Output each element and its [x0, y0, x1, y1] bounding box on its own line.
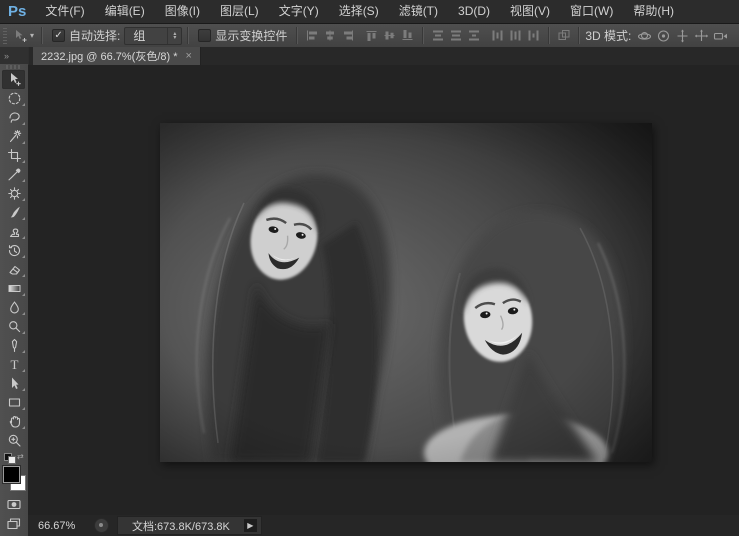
crop-tool[interactable]: [0, 146, 28, 165]
status-icon[interactable]: [94, 518, 109, 533]
path-selection-tool[interactable]: [0, 374, 28, 393]
move-tool-icon: [13, 29, 28, 43]
type-tool[interactable]: T: [0, 355, 28, 374]
clone-stamp-tool[interactable]: [0, 222, 28, 241]
auto-select-dropdown[interactable]: 组 ▴▾: [124, 27, 182, 45]
menu-3d[interactable]: 3D(D): [448, 0, 500, 23]
quick-mask-button[interactable]: [0, 495, 28, 514]
align-top-edges-button[interactable]: [363, 26, 381, 46]
show-transform-checkbox[interactable]: [198, 29, 211, 42]
3d-dolly-camera-button[interactable]: [711, 26, 731, 46]
panel-grip[interactable]: [6, 65, 22, 69]
pen-tool[interactable]: [0, 336, 28, 355]
align-horizontal-centers-button[interactable]: [321, 26, 339, 46]
lasso-tool[interactable]: [0, 108, 28, 127]
elliptical-marquee-tool[interactable]: [0, 89, 28, 108]
zoom-level-field[interactable]: 66.67%: [34, 518, 94, 534]
menu-view[interactable]: 视图(V): [500, 0, 560, 23]
3d-slide-button[interactable]: [692, 26, 711, 46]
zoom-tool[interactable]: [0, 431, 28, 450]
move-tool[interactable]: [0, 70, 28, 89]
auto-select-value: 组: [125, 27, 167, 44]
document-tab[interactable]: 2232.jpg @ 66.7%(灰色/8) * ×: [33, 47, 201, 65]
status-popup-button[interactable]: ▶: [244, 519, 257, 532]
dodge-tool[interactable]: [0, 317, 28, 336]
document-tab-title: 2232.jpg @ 66.7%(灰色/8) *: [41, 48, 178, 64]
separator: [187, 27, 189, 44]
mode3d-label: 3D 模式:: [585, 27, 631, 44]
align-bottom-edges-button[interactable]: [399, 26, 417, 46]
tools-panel: » T ⇄: [0, 47, 29, 536]
separator: [422, 27, 424, 44]
eyedropper-tool[interactable]: [0, 165, 28, 184]
color-swatches: [0, 463, 28, 495]
photoshop-logo: Ps: [0, 3, 35, 20]
canvas-area[interactable]: [28, 65, 739, 515]
menu-edit[interactable]: 编辑(E): [95, 0, 155, 23]
menu-filter[interactable]: 滤镜(T): [389, 0, 448, 23]
auto-align-layers-button[interactable]: [555, 26, 573, 46]
spinner-icon[interactable]: ▴▾: [167, 28, 181, 44]
align-left-edges-button[interactable]: [303, 26, 321, 46]
3d-orbit-button[interactable]: [635, 26, 654, 46]
tab-bar: 2232.jpg @ 66.7%(灰色/8) * ×: [28, 47, 739, 65]
eraser-tool[interactable]: [0, 260, 28, 279]
menu-select[interactable]: 选择(S): [329, 0, 389, 23]
distribute-vertical-centers-button[interactable]: [447, 26, 465, 46]
distribute-left-edges-button[interactable]: [489, 26, 507, 46]
screen-mode-button[interactable]: [0, 514, 28, 533]
distribute-bottom-edges-button[interactable]: [465, 26, 483, 46]
double-arrow-icon: »: [4, 51, 9, 61]
foreground-color-swatch[interactable]: [3, 466, 20, 483]
brush-tool[interactable]: [0, 203, 28, 222]
menu-type[interactable]: 文字(Y): [269, 0, 329, 23]
default-swap-colors[interactable]: ⇄: [0, 450, 28, 463]
hand-tool[interactable]: [0, 412, 28, 431]
auto-select-checkbox[interactable]: ✓: [52, 29, 65, 42]
chevron-down-icon: ▾: [30, 31, 34, 40]
history-brush-tool[interactable]: [0, 241, 28, 260]
distribute-horizontal-centers-button[interactable]: [507, 26, 525, 46]
separator: [41, 27, 43, 44]
panel-collapse-button[interactable]: »: [0, 47, 28, 64]
3d-roll-button[interactable]: [654, 26, 673, 46]
3d-pan-button[interactable]: [673, 26, 692, 46]
menu-layer[interactable]: 图层(L): [210, 0, 269, 23]
menu-image[interactable]: 图像(I): [155, 0, 210, 23]
align-vertical-centers-button[interactable]: [381, 26, 399, 46]
distribute-right-edges-button[interactable]: [525, 26, 543, 46]
status-bar: 66.67% 文档:673.8K/673.8K ▶: [28, 515, 739, 536]
swap-colors-icon[interactable]: ⇄: [17, 452, 24, 461]
canvas-photo[interactable]: [160, 123, 652, 462]
document-size-label: 文档:673.8K/673.8K: [132, 518, 230, 534]
gradient-tool[interactable]: [0, 279, 28, 298]
svg-text:T: T: [10, 357, 18, 372]
menu-window[interactable]: 窗口(W): [560, 0, 623, 23]
close-icon[interactable]: ×: [186, 51, 192, 62]
document-info: 文档:673.8K/673.8K ▶: [117, 516, 262, 535]
separator: [548, 27, 550, 44]
blur-tool[interactable]: [0, 298, 28, 317]
separator: [578, 27, 580, 44]
show-transform-label: 显示变换控件: [215, 27, 287, 44]
menu-file[interactable]: 文件(F): [35, 0, 94, 23]
options-grip[interactable]: [3, 28, 7, 44]
auto-select-label: 自动选择:: [69, 27, 120, 44]
healing-brush-tool[interactable]: [0, 184, 28, 203]
separator: [296, 27, 298, 44]
menu-bar: Ps 文件(F) 编辑(E) 图像(I) 图层(L) 文字(Y) 选择(S) 滤…: [0, 0, 739, 24]
options-bar: ▾ ✓ 自动选择: 组 ▴▾ 显示变换控件 3D 模式:: [0, 24, 739, 48]
distribute-top-edges-button[interactable]: [429, 26, 447, 46]
magic-wand-tool[interactable]: [0, 127, 28, 146]
tool-preset-picker[interactable]: ▾: [11, 26, 36, 46]
align-right-edges-button[interactable]: [339, 26, 357, 46]
rectangle-shape-tool[interactable]: [0, 393, 28, 412]
menu-help[interactable]: 帮助(H): [623, 0, 684, 23]
